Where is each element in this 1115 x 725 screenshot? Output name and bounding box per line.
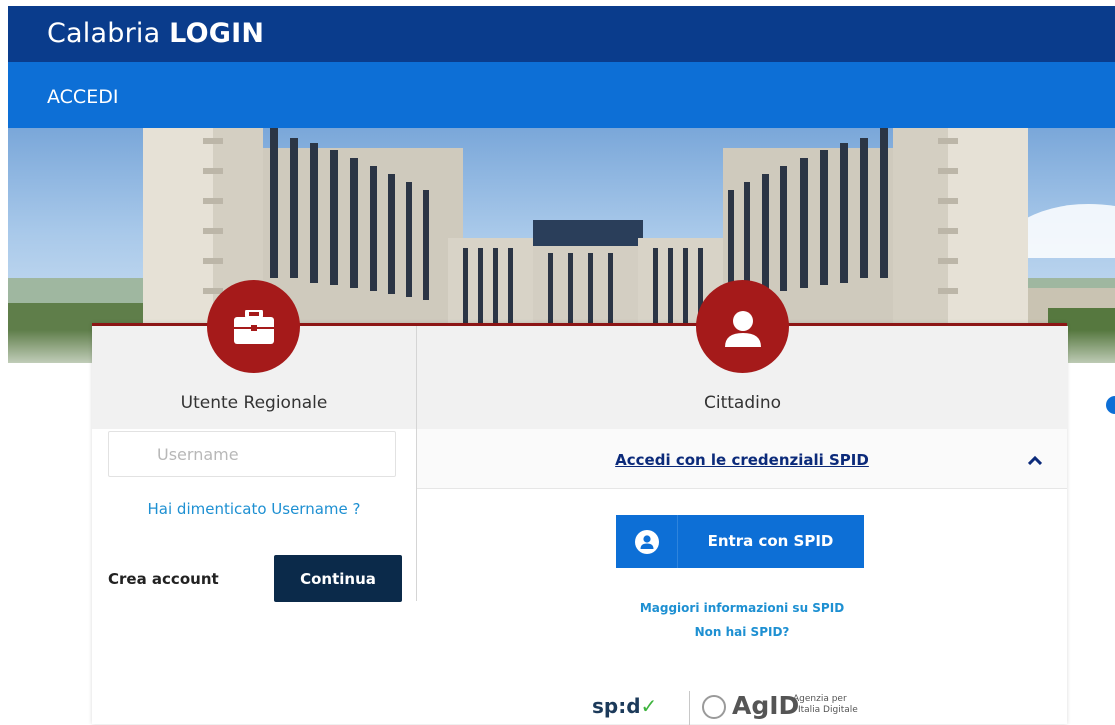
spid-info-link[interactable]: Maggiori informazioni su SPID bbox=[417, 601, 1067, 615]
spid-user-icon bbox=[616, 515, 678, 568]
continue-button[interactable]: Continua bbox=[274, 555, 402, 602]
app-title-bold: LOGIN bbox=[169, 18, 265, 49]
agid-subtitle: Agenzia per l'Italia Digitale bbox=[793, 694, 858, 715]
regional-user-label: Utente Regionale bbox=[180, 393, 328, 413]
spid-accordion-header[interactable]: Accedi con le credenziali SPID bbox=[417, 429, 1067, 489]
citizen-label: Cittadino bbox=[703, 393, 782, 413]
spid-credentials-toggle[interactable]: Accedi con le credenziali SPID bbox=[417, 451, 1067, 469]
side-indicator-dot[interactable] bbox=[1106, 396, 1115, 414]
create-account-link[interactable]: Crea account bbox=[108, 570, 219, 588]
app-title: Calabria LOGIN bbox=[47, 18, 264, 49]
username-input[interactable] bbox=[108, 431, 396, 477]
user-icon bbox=[696, 280, 789, 373]
top-header: Calabria LOGIN bbox=[8, 6, 1115, 62]
republic-seal-icon bbox=[702, 695, 726, 719]
spid-login-label: Entra con SPID bbox=[707, 532, 834, 550]
regional-user-panel: Utente Regionale Hai dimenticato Usernam… bbox=[92, 280, 416, 724]
logo-separator bbox=[689, 691, 690, 725]
footer-logos: sp:d✓ AgID Agenzia per l'Italia Digitale bbox=[592, 691, 892, 725]
nav-accedi[interactable]: ACCEDI bbox=[47, 86, 118, 108]
agid-logo: AgID bbox=[732, 691, 800, 720]
login-card: Utente Regionale Hai dimenticato Usernam… bbox=[92, 280, 1068, 725]
nav-bar: ACCEDI bbox=[8, 62, 1115, 128]
citizen-header[interactable]: Cittadino bbox=[417, 280, 1068, 429]
briefcase-icon bbox=[207, 280, 300, 373]
spid-login-button[interactable]: Entra con SPID bbox=[616, 515, 864, 568]
regional-user-header[interactable]: Utente Regionale bbox=[92, 280, 416, 429]
forgot-username-link[interactable]: Hai dimenticato Username ? bbox=[92, 500, 416, 518]
spid-logo: sp:d✓ bbox=[592, 694, 658, 718]
app-title-light: Calabria bbox=[47, 18, 161, 49]
no-spid-link[interactable]: Non hai SPID? bbox=[417, 625, 1067, 639]
citizen-panel: Cittadino Accedi con le credenziali SPID… bbox=[417, 280, 1068, 725]
chevron-up-icon[interactable] bbox=[1027, 451, 1043, 469]
